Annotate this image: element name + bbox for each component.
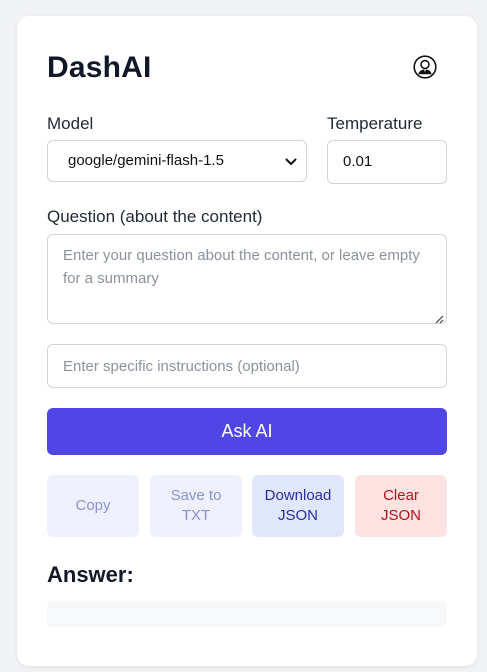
copy-button[interactable]: Copy [47,475,139,537]
clear-json-button[interactable]: Clear JSON [355,475,447,537]
user-avatar-icon[interactable] [413,55,437,79]
download-button-label: Download JSON [264,487,332,524]
instructions-input[interactable]: Enter specific instructions (optional) [47,344,447,388]
main-card: DashAI Model Temperature google/gemini-f… [17,16,477,666]
app-title: DashAI [47,51,152,84]
chevron-down-icon [284,155,298,169]
question-label: Question (about the content) [47,207,263,226]
model-label: Model [47,114,94,133]
temperature-input[interactable]: 0.01 [327,140,447,184]
model-select[interactable]: google/gemini-flash-1.5 [47,140,307,182]
temperature-value: 0.01 [343,153,373,170]
download-json-button[interactable]: Download JSON [252,475,344,537]
clear-button-label: Clear JSON [380,487,421,524]
temperature-label: Temperature [327,114,423,133]
instructions-placeholder: Enter specific instructions (optional) [63,358,300,375]
question-placeholder: Enter your question about the content, o… [63,247,420,287]
resize-handle-icon[interactable] [434,311,444,324]
save-button-label: Save to TXT [170,487,222,524]
copy-button-label: Copy [75,497,111,514]
save-to-txt-button[interactable]: Save to TXT [150,475,242,537]
question-textarea[interactable]: Enter your question about the content, o… [47,234,447,324]
model-select-value: google/gemini-flash-1.5 [68,152,224,169]
ask-ai-button[interactable]: Ask AI [47,408,447,455]
answer-heading: Answer: [47,562,134,587]
answer-output [47,601,447,627]
